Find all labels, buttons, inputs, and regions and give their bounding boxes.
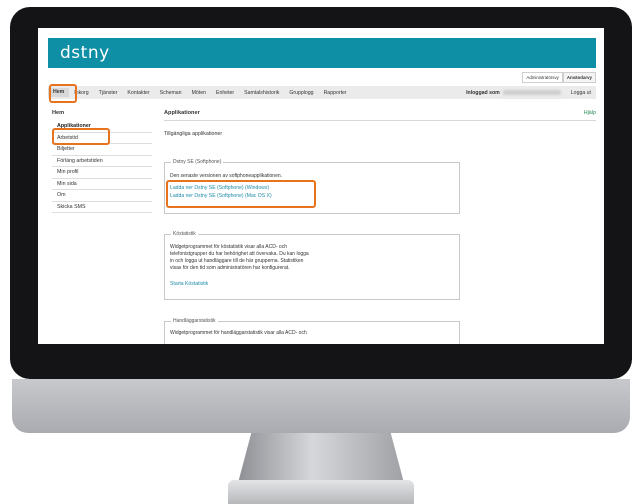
- logout-link[interactable]: Logga ut: [571, 90, 591, 96]
- sidebar-item-about[interactable]: Om: [52, 190, 152, 202]
- agent-stats-section: Handläggarstatistik Widgetprogrammet för…: [164, 318, 460, 344]
- help-link[interactable]: Hjälp: [584, 110, 596, 116]
- queue-stats-line: telefonistgrupper du har behörighet att …: [170, 251, 309, 257]
- nav-item-reports[interactable]: Rapporter: [319, 90, 352, 96]
- nav-item-devices[interactable]: Enheter: [211, 90, 239, 96]
- queue-stats-line: visas för den tid som administratören ha…: [170, 265, 290, 271]
- sidebar-item-send-sms[interactable]: Skicka SMS: [52, 202, 152, 213]
- nav-item-contacts[interactable]: Kontakter: [122, 90, 154, 96]
- queue-stats-section: Köstatistik Widgetprogrammet för köstati…: [164, 231, 460, 300]
- queue-stats-legend: Köstatistik: [171, 231, 198, 237]
- download-links-highlight: [166, 180, 316, 208]
- user-area: Inloggad som Logga ut: [466, 90, 596, 96]
- queue-stats-line: Widgetprogrammet för köstatistik visar a…: [170, 244, 287, 250]
- top-nav: Hem Inkorg Tjänster Kontakter Scheman Mö…: [48, 86, 596, 99]
- agent-stats-legend: Handläggarstatistik: [171, 318, 218, 324]
- sidebar-item-my-profile[interactable]: Min profil: [52, 167, 152, 179]
- nav-item-schedules[interactable]: Scheman: [155, 90, 187, 96]
- page-title: Applikationer: [164, 110, 200, 116]
- title-divider: [164, 120, 596, 121]
- nav-item-call-history[interactable]: Samtalshistorik: [239, 90, 284, 96]
- tab-user-view[interactable]: Användarvy: [562, 72, 596, 83]
- monitor-chin: [12, 379, 630, 433]
- role-tabs: Administratörsvy Användarvy: [522, 72, 596, 83]
- sidebar-item-tickets[interactable]: Biljetter: [52, 144, 152, 156]
- softphone-description: Den senaste versionen av softphoneapplik…: [170, 173, 283, 179]
- dstny-logo: dstny: [60, 43, 110, 63]
- nav-item-services[interactable]: Tjänster: [94, 90, 123, 96]
- sidebar-item-my-page[interactable]: Min sida: [52, 179, 152, 190]
- sidebar-item-extend-working-hours[interactable]: Förläng arbetstiden: [52, 156, 152, 167]
- monitor-stand-base: [228, 480, 414, 504]
- header-banner: dstny: [48, 38, 596, 68]
- applications-highlight: [52, 128, 110, 145]
- logged-in-label: Inloggad som: [466, 89, 500, 96]
- nav-item-meetings[interactable]: Möten: [187, 90, 211, 96]
- agent-stats-line: Widgetprogrammet för handläggarstatistik…: [170, 330, 307, 336]
- queue-stats-line: in och logga ut handläggare till de här …: [170, 258, 304, 264]
- tab-admin-view[interactable]: Administratörsvy: [522, 72, 563, 83]
- sidebar-heading: Hem: [52, 110, 65, 116]
- start-queue-stats-link[interactable]: Starta Köstatistik: [170, 281, 208, 287]
- nav-item-group-log[interactable]: Grupplogg: [284, 90, 318, 96]
- home-highlight: [49, 84, 77, 103]
- softphone-legend: Dstny SE (Softphone): [171, 159, 224, 165]
- monitor-stand: [238, 433, 404, 483]
- blurred-username: [502, 90, 561, 95]
- screen: dstny Administratörsvy Användarvy Hem In…: [38, 28, 604, 344]
- section-subtitle: Tillgängliga applikationer: [164, 131, 223, 137]
